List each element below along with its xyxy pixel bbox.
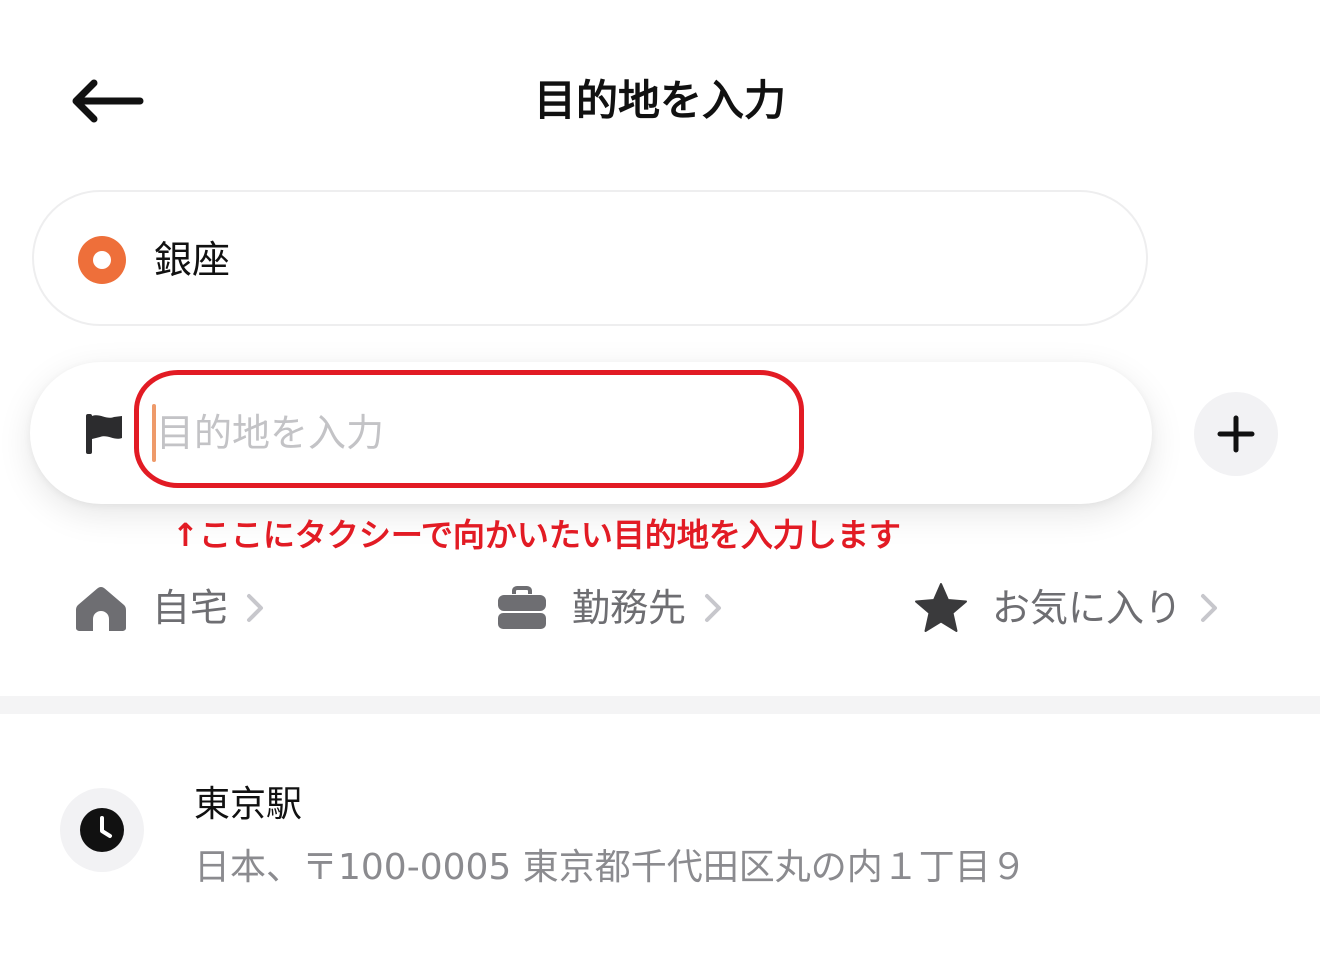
annotation-text: ↑ここにタクシーで向かいたい目的地を入力します	[172, 516, 901, 554]
star-icon	[915, 583, 967, 632]
plus-icon	[1217, 415, 1255, 453]
clock-icon	[60, 788, 144, 872]
history-item[interactable]: 東京駅 日本、〒100-0005 東京都千代田区丸の内１丁目９	[0, 744, 1320, 924]
chevron-right-icon	[704, 593, 722, 623]
add-stop-button[interactable]	[1194, 392, 1278, 476]
shortcut-work[interactable]: 勤務先	[496, 580, 722, 636]
home-icon	[76, 587, 126, 631]
history-item-title: 東京駅	[194, 784, 303, 825]
briefcase-icon	[498, 586, 546, 629]
shortcut-home[interactable]: 自宅	[74, 580, 264, 636]
section-divider	[0, 696, 1320, 714]
origin-field[interactable]: 銀座	[32, 190, 1148, 326]
destination-input[interactable]	[156, 402, 796, 464]
chevron-right-icon	[246, 593, 264, 623]
history-item-address: 日本、〒100-0005 東京都千代田区丸の内１丁目９	[194, 847, 1027, 888]
shortcut-favorites[interactable]: お気に入り	[914, 580, 1218, 636]
shortcut-work-label: 勤務先	[572, 586, 687, 630]
destination-field[interactable]	[30, 362, 1152, 504]
shortcut-home-label: 自宅	[152, 586, 229, 630]
page-title: 目的地を入力	[533, 76, 786, 125]
origin-text: 銀座	[154, 238, 231, 282]
chevron-right-icon	[1200, 593, 1218, 623]
flag-icon	[86, 414, 122, 454]
origin-circle-icon	[78, 236, 126, 284]
header: 目的地を入力	[0, 0, 1320, 200]
shortcut-favorites-label: お気に入り	[992, 586, 1183, 630]
